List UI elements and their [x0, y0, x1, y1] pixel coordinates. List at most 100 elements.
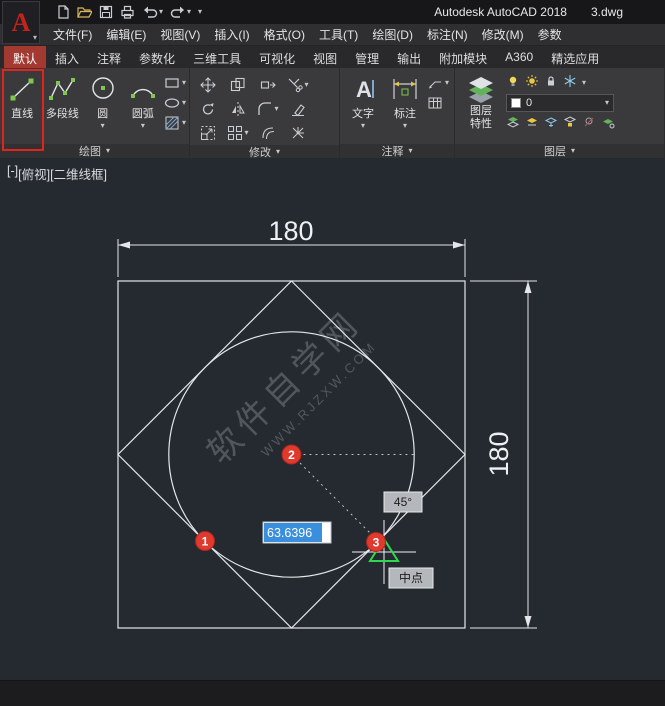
- circle-button[interactable]: 圆 ▾: [84, 71, 122, 144]
- menu-parametric[interactable]: 参数: [531, 24, 569, 45]
- tab-3d-tools[interactable]: 三维工具: [184, 46, 250, 68]
- sun-icon: [525, 74, 539, 88]
- stretch-button[interactable]: [260, 77, 276, 93]
- arc-button[interactable]: 圆弧 ▾: [124, 71, 162, 144]
- text-button[interactable]: A 文字 ▾: [343, 71, 383, 144]
- dimension-top: 180: [118, 216, 465, 277]
- menu-dimension[interactable]: 标注(N): [420, 24, 475, 45]
- chevron-down-icon: ▾: [605, 99, 609, 107]
- rectangle-icon: [164, 75, 180, 91]
- menu-file[interactable]: 文件(F): [46, 24, 99, 45]
- ellipse-button[interactable]: ▾: [164, 95, 186, 111]
- viewport-view-control[interactable]: [俯视]: [18, 164, 50, 183]
- dim-right-value: 180: [484, 431, 514, 476]
- app-menu-button[interactable]: A ▾: [2, 1, 40, 44]
- panel-title-layers-label: 图层: [544, 143, 566, 159]
- chevron-down-icon: ▾: [159, 8, 163, 16]
- tab-view[interactable]: 视图: [304, 46, 346, 68]
- menu-edit[interactable]: 编辑(E): [99, 24, 153, 45]
- layer-freeze-button[interactable]: [563, 74, 577, 91]
- array-button[interactable]: ▾: [227, 125, 248, 141]
- tab-a360[interactable]: A360: [496, 46, 542, 68]
- layer-off-icon: [582, 115, 596, 129]
- offset-button[interactable]: [260, 125, 276, 141]
- layer-walk-button[interactable]: [601, 115, 615, 132]
- tab-insert[interactable]: 插入: [46, 46, 88, 68]
- chevron-down-icon: ▾: [445, 79, 449, 87]
- copy-icon: [230, 77, 246, 93]
- layer-isolate-button[interactable]: [525, 115, 539, 132]
- tab-output[interactable]: 输出: [388, 46, 430, 68]
- step-marker-2: 2: [282, 445, 301, 464]
- save-button[interactable]: [99, 5, 113, 19]
- trim-button[interactable]: ▾: [287, 77, 308, 93]
- tab-visualize[interactable]: 可视化: [250, 46, 304, 68]
- layer-lock-tool-button[interactable]: [563, 115, 577, 132]
- tab-annotate[interactable]: 注释: [88, 46, 130, 68]
- menu-format[interactable]: 格式(O): [257, 24, 312, 45]
- chevron-down-icon: ▾: [244, 129, 248, 137]
- menu-modify[interactable]: 修改(M): [475, 24, 531, 45]
- panel-title-modify[interactable]: 修改 ▾: [190, 145, 339, 159]
- viewport-menu-control[interactable]: [-]: [7, 164, 18, 183]
- hatch-button[interactable]: ▾: [164, 115, 186, 131]
- layer-unlock-button[interactable]: [544, 74, 558, 91]
- polyline-button[interactable]: 多段线: [43, 71, 81, 144]
- fillet-button[interactable]: ▾: [257, 101, 278, 117]
- layer-match-button[interactable]: [506, 115, 520, 132]
- command-line-bar[interactable]: [0, 680, 665, 706]
- viewport-visual-style-control[interactable]: [二维线框]: [50, 164, 107, 183]
- layer-freeze-tool-icon: [544, 115, 558, 129]
- polyline-icon: [47, 74, 77, 104]
- rotate-button[interactable]: [200, 101, 216, 117]
- tab-parametric[interactable]: 参数化: [130, 46, 184, 68]
- mirror-button[interactable]: [230, 101, 246, 117]
- tab-featured-apps[interactable]: 精选应用: [542, 46, 608, 68]
- leader-button[interactable]: ▾: [427, 75, 449, 91]
- table-button[interactable]: [427, 95, 449, 111]
- chevron-down-icon: ▾: [101, 122, 105, 130]
- panel-title-layers[interactable]: 图层 ▾: [455, 144, 664, 158]
- tab-home[interactable]: 默认: [4, 46, 46, 68]
- menu-tools[interactable]: 工具(T): [312, 24, 365, 45]
- layer-off-button[interactable]: [582, 115, 596, 132]
- layer-freeze-tool-button[interactable]: [544, 115, 558, 132]
- open-file-button[interactable]: [77, 5, 92, 19]
- plot-button[interactable]: [120, 5, 135, 19]
- menu-view[interactable]: 视图(V): [153, 24, 207, 45]
- layer-on-button[interactable]: [506, 74, 520, 91]
- panel-title-draw[interactable]: 绘图 ▾: [0, 144, 189, 158]
- layer-properties-button[interactable]: 图层 特性: [458, 71, 504, 144]
- new-file-button[interactable]: [56, 5, 70, 19]
- copy-button[interactable]: [230, 77, 246, 93]
- step-marker-1: 1: [196, 532, 215, 551]
- tab-manage[interactable]: 管理: [346, 46, 388, 68]
- chevron-down-icon: ▾: [361, 122, 365, 130]
- menu-insert[interactable]: 插入(I): [207, 24, 256, 45]
- chevron-down-icon: ▾: [187, 8, 191, 16]
- move-button[interactable]: [200, 77, 216, 93]
- redo-button[interactable]: ▾: [170, 5, 191, 19]
- dynamic-input-field[interactable]: 63.6396: [263, 522, 331, 543]
- dimension-button[interactable]: 标注 ▾: [385, 71, 425, 144]
- ribbon: 直线 多段线 圆 ▾: [0, 68, 665, 158]
- layer-thaw-button[interactable]: [525, 74, 539, 91]
- model-space-canvas[interactable]: [-] [俯视] [二维线框] 软件自学网 WWW.RJZXW.COM: [0, 158, 665, 680]
- rectangle-button[interactable]: ▾: [164, 75, 186, 91]
- qat-customize-button[interactable]: ▾: [198, 8, 202, 16]
- tab-addins[interactable]: 附加模块: [430, 46, 496, 68]
- rotate-icon: [200, 101, 216, 117]
- erase-button[interactable]: [290, 101, 306, 117]
- dim-top-value: 180: [268, 216, 313, 246]
- quick-access-toolbar: ▾ ▾ ▾: [56, 5, 202, 19]
- line-button[interactable]: 直线: [3, 71, 41, 144]
- scale-button[interactable]: [200, 125, 216, 141]
- menu-draw[interactable]: 绘图(D): [365, 24, 420, 45]
- chevron-down-icon: ▾: [304, 81, 308, 89]
- panel-title-annotate[interactable]: 注释 ▾: [340, 144, 454, 158]
- undo-button[interactable]: ▾: [142, 5, 163, 19]
- chevron-down-icon: ▾: [182, 99, 186, 107]
- layer-select-dropdown[interactable]: 0 ▾: [506, 94, 614, 112]
- explode-button[interactable]: [290, 125, 306, 141]
- drawing-svg: 软件自学网 WWW.RJZXW.COM 180: [0, 158, 665, 680]
